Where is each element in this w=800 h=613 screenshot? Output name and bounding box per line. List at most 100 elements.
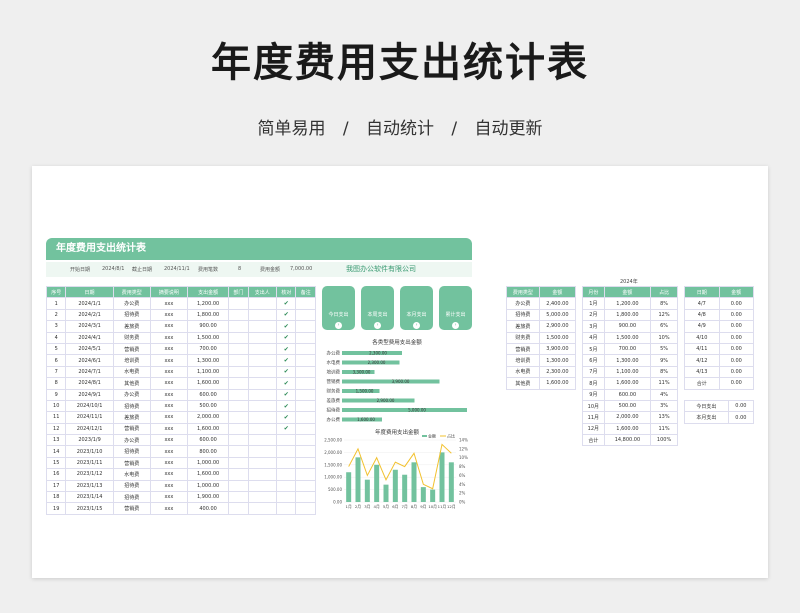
table-cell[interactable]: 7月 <box>582 365 605 379</box>
table-cell[interactable] <box>295 342 316 356</box>
card-month[interactable]: 本月支出 › <box>400 286 433 330</box>
table-cell[interactable]: 4/11 <box>684 342 720 356</box>
table-cell[interactable]: 其他费 <box>506 377 540 390</box>
table-cell[interactable]: 2023/1/15 <box>65 502 114 515</box>
table-cell[interactable] <box>275 456 297 470</box>
table-cell[interactable] <box>228 354 249 367</box>
table-cell[interactable]: 招待费 <box>506 308 540 322</box>
table-cell[interactable] <box>275 491 297 504</box>
table-cell[interactable]: 2,000.00 <box>603 411 652 424</box>
table-cell[interactable]: 14 <box>45 445 67 458</box>
table-cell[interactable]: 营销费 <box>112 342 151 356</box>
table-cell[interactable]: 2023/1/13 <box>65 479 114 493</box>
table-cell[interactable]: xxx <box>149 502 189 515</box>
table-cell[interactable] <box>247 491 277 504</box>
table-cell[interactable]: 营销费 <box>112 456 151 470</box>
table-cell[interactable] <box>247 468 277 481</box>
table-cell[interactable]: 16 <box>45 468 67 481</box>
table-cell[interactable] <box>295 308 316 322</box>
table-cell[interactable]: xxx <box>149 365 189 379</box>
table-cell[interactable] <box>295 502 316 515</box>
table-cell[interactable]: 2023/1/12 <box>65 468 114 481</box>
table-cell[interactable]: 财务费 <box>506 331 540 344</box>
table-cell[interactable]: 办公费 <box>506 297 540 310</box>
table-cell[interactable]: 招待费 <box>112 479 151 493</box>
table-cell[interactable]: 900.00 <box>603 320 652 333</box>
table-cell[interactable]: ✔ <box>275 411 297 424</box>
table-cell[interactable]: 1,600.00 <box>603 377 652 390</box>
table-cell[interactable]: 水电费 <box>112 365 151 379</box>
table-cell[interactable]: 2023/1/9 <box>65 434 114 447</box>
table-cell[interactable]: 3% <box>650 399 678 413</box>
table-cell[interactable] <box>247 422 277 436</box>
table-cell[interactable]: 2,900.00 <box>538 320 577 333</box>
table-cell[interactable]: 1,100.00 <box>603 365 652 379</box>
table-cell[interactable] <box>247 297 277 310</box>
table-cell[interactable]: 1月 <box>582 297 605 310</box>
table-cell[interactable]: 2024/4/1 <box>65 331 114 344</box>
table-cell[interactable]: ✔ <box>275 354 297 367</box>
table-cell[interactable] <box>295 388 316 401</box>
table-cell[interactable]: 10月 <box>582 399 605 413</box>
table-cell[interactable] <box>247 377 277 390</box>
table-cell[interactable]: 0.00 <box>727 399 755 413</box>
table-cell[interactable]: 水电费 <box>506 365 540 379</box>
table-cell[interactable]: 0.00 <box>718 377 755 390</box>
table-cell[interactable]: 合计 <box>582 434 605 447</box>
table-cell[interactable] <box>275 502 297 515</box>
table-cell[interactable] <box>295 468 316 481</box>
table-cell[interactable] <box>247 445 277 458</box>
table-cell[interactable]: 1,300.00 <box>603 354 652 367</box>
table-cell[interactable]: 营销费 <box>112 422 151 436</box>
table-cell[interactable] <box>228 491 249 504</box>
table-cell[interactable]: xxx <box>149 491 189 504</box>
table-cell[interactable]: xxx <box>149 411 189 424</box>
table-cell[interactable]: 17 <box>45 479 67 493</box>
table-cell[interactable] <box>228 411 249 424</box>
table-cell[interactable]: 5,000.00 <box>538 308 577 322</box>
table-cell[interactable]: 400.00 <box>186 502 230 515</box>
table-cell[interactable] <box>295 377 316 390</box>
table-cell[interactable] <box>228 468 249 481</box>
table-cell[interactable]: 2024/9/1 <box>65 388 114 401</box>
table-cell[interactable]: 1,500.00 <box>538 331 577 344</box>
table-cell[interactable]: 0.00 <box>718 365 755 379</box>
table-cell[interactable]: 7 <box>45 365 67 379</box>
table-cell[interactable]: 办公费 <box>112 388 151 401</box>
table-cell[interactable]: 6 <box>45 354 67 367</box>
table-cell[interactable]: xxx <box>149 331 189 344</box>
table-cell[interactable]: 2024/12/1 <box>65 422 114 436</box>
table-cell[interactable]: 差旅费 <box>112 320 151 333</box>
table-cell[interactable]: ✔ <box>275 308 297 322</box>
table-cell[interactable]: 700.00 <box>603 342 652 356</box>
table-cell[interactable]: ✔ <box>275 388 297 401</box>
table-cell[interactable]: 招待费 <box>112 308 151 322</box>
table-cell[interactable]: 500.00 <box>186 399 230 413</box>
table-cell[interactable]: 2024/8/1 <box>65 377 114 390</box>
table-cell[interactable] <box>275 479 297 493</box>
table-cell[interactable]: ✔ <box>275 342 297 356</box>
table-cell[interactable]: 15 <box>45 456 67 470</box>
table-cell[interactable]: 4/13 <box>684 365 720 379</box>
card-total[interactable]: 累计支出 › <box>439 286 472 330</box>
table-cell[interactable] <box>228 479 249 493</box>
table-cell[interactable]: 5月 <box>582 342 605 356</box>
table-cell[interactable]: xxx <box>149 399 189 413</box>
table-cell[interactable] <box>275 468 297 481</box>
table-cell[interactable]: 4 <box>45 331 67 344</box>
table-cell[interactable]: 招待费 <box>112 445 151 458</box>
table-cell[interactable]: 2024/2/1 <box>65 308 114 322</box>
table-cell[interactable]: 2024/1/1 <box>65 297 114 310</box>
table-cell[interactable]: 财务费 <box>112 331 151 344</box>
table-cell[interactable]: 水电费 <box>112 468 151 481</box>
table-cell[interactable] <box>247 331 277 344</box>
table-cell[interactable]: ✔ <box>275 377 297 390</box>
table-cell[interactable] <box>247 365 277 379</box>
table-cell[interactable] <box>247 411 277 424</box>
table-cell[interactable]: xxx <box>149 445 189 458</box>
table-cell[interactable]: xxx <box>149 388 189 401</box>
table-cell[interactable]: 2023/1/10 <box>65 445 114 458</box>
table-cell[interactable] <box>228 502 249 515</box>
table-cell[interactable] <box>295 297 316 310</box>
table-cell[interactable]: 差旅费 <box>112 411 151 424</box>
